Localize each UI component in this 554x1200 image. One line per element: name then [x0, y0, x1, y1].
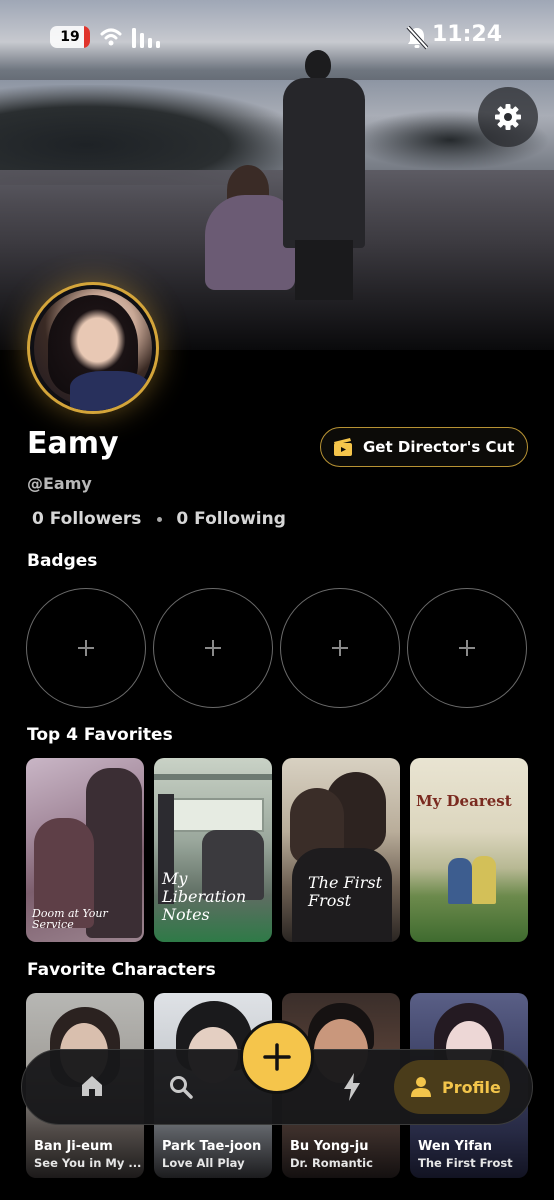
- signal-icon: [132, 28, 160, 48]
- character-show-3: Dr. Romantic: [290, 1156, 373, 1170]
- character-name-1: Ban Ji-eum: [34, 1139, 113, 1154]
- favorite-title-4: My Dearest: [416, 792, 512, 810]
- followers-count[interactable]: 0 Followers: [32, 509, 141, 529]
- badge-slot-3[interactable]: [280, 588, 400, 708]
- badge-slot-2[interactable]: [153, 588, 273, 708]
- following-count[interactable]: 0 Following: [176, 509, 286, 529]
- home-icon[interactable]: [80, 1074, 104, 1098]
- favorite-title-1: Doom at Your Service: [32, 907, 108, 931]
- profile-handle: @Eamy: [27, 474, 92, 493]
- user-icon: [411, 1077, 431, 1097]
- plus-icon: [332, 640, 348, 656]
- nav-profile-tab[interactable]: Profile: [394, 1060, 510, 1114]
- plus-icon: [205, 640, 221, 656]
- section-title-favorites: Top 4 Favorites: [27, 725, 173, 745]
- avatar[interactable]: [27, 282, 159, 414]
- section-title-characters: Favorite Characters: [27, 960, 216, 980]
- favorite-poster-2[interactable]: My Liberation Notes: [154, 758, 272, 942]
- character-show-2: Love All Play: [162, 1156, 245, 1170]
- nav-profile-label: Profile: [442, 1077, 501, 1097]
- battery-indicator: 19: [50, 26, 90, 48]
- status-bar: 19 11:24: [0, 22, 554, 54]
- badge-slot-4[interactable]: [407, 588, 527, 708]
- separator-dot: [157, 516, 163, 522]
- character-name-2: Park Tae-joon: [162, 1139, 262, 1154]
- favorite-title-3: The First Frost: [308, 873, 383, 910]
- director-cut-button[interactable]: Get Director's Cut: [320, 427, 528, 467]
- character-show-4: The First Frost: [418, 1156, 513, 1170]
- character-name-3: Bu Yong-ju: [290, 1139, 369, 1154]
- battery-level: 19: [60, 29, 80, 45]
- wifi-icon: [100, 28, 122, 46]
- clapperboard-icon: [334, 438, 352, 456]
- favorite-poster-1[interactable]: Doom at Your Service: [26, 758, 144, 942]
- plus-icon: [459, 640, 475, 656]
- settings-button[interactable]: [478, 87, 538, 147]
- director-cut-label: Get Director's Cut: [363, 438, 515, 456]
- plus-icon: [263, 1043, 291, 1071]
- badge-slot-1[interactable]: [26, 588, 146, 708]
- search-icon[interactable]: [168, 1074, 194, 1100]
- add-button[interactable]: [240, 1020, 314, 1094]
- cover-man-figure: [283, 50, 367, 300]
- clock: 11:24: [432, 22, 503, 47]
- bell-muted-icon: [406, 26, 428, 50]
- plus-icon: [78, 640, 94, 656]
- bolt-icon[interactable]: [342, 1073, 362, 1101]
- character-show-1: See You in My ...: [34, 1156, 142, 1170]
- gear-icon: [495, 104, 521, 130]
- favorite-title-2: My Liberation Notes: [162, 869, 247, 924]
- character-name-4: Wen Yifan: [418, 1139, 493, 1154]
- profile-name: Eamy: [27, 426, 119, 461]
- favorite-poster-3[interactable]: The First Frost: [282, 758, 400, 942]
- section-title-badges: Badges: [27, 551, 98, 571]
- follow-stats: 0 Followers 0 Following: [32, 509, 286, 529]
- favorite-poster-4[interactable]: My Dearest: [410, 758, 528, 942]
